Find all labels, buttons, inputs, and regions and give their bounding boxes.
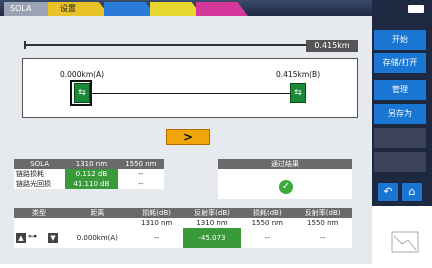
event-distance: 0.000km(A): [64, 228, 131, 248]
prev-event-up-icon[interactable]: ▲: [16, 233, 26, 243]
connector-a-icon[interactable]: ⇆: [74, 83, 90, 103]
connector-event-icon: ⊶: [28, 232, 37, 242]
point-b-distance: 0.415km(B): [276, 70, 321, 79]
back-arrow-icon: ↶: [383, 185, 393, 198]
next-event-button[interactable]: >: [166, 129, 210, 145]
event-header-distance: 距离: [64, 208, 131, 218]
empty-menu-slot: [374, 152, 426, 172]
event-header-refl-1550: 反射率(dB): [293, 208, 352, 218]
save-as-button[interactable]: 另存为: [374, 104, 426, 124]
event-header-loss-1310: 损耗(dB): [130, 208, 183, 218]
trace-thumbnail-icon: [391, 231, 419, 253]
tab-sola[interactable]: SOLA: [4, 2, 48, 16]
connector-b-icon[interactable]: ⇆: [290, 83, 306, 103]
summary-header-sola: SOLA: [14, 159, 66, 169]
link-loss-label: 链路损耗: [14, 169, 66, 179]
event-subheader: [64, 218, 131, 228]
next-event-down-icon[interactable]: ▼: [48, 233, 58, 243]
event-subheader-1550: 1550 nm: [293, 218, 352, 228]
result-header: 通过结果: [218, 159, 352, 169]
link-loss-1550: --: [117, 169, 164, 179]
link-loss-1310: 0.112 dB: [65, 169, 118, 179]
summary-header-1550: 1550 nm: [117, 159, 164, 169]
distance-ruler: [24, 44, 306, 46]
start-button[interactable]: 开始: [374, 30, 426, 50]
event-subheader-1310: 1310 nm: [182, 218, 242, 228]
summary-table: SOLA 1310 nm 1550 nm 链路损耗 0.112 dB -- 链路…: [14, 159, 164, 189]
link-orl-label: 链路光回损: [14, 179, 66, 189]
trace-thumbnail-area: [372, 206, 432, 264]
home-icon: ⌂: [408, 185, 416, 198]
empty-menu-slot: [374, 128, 426, 148]
event-subheader: [14, 218, 64, 228]
event-header-type: 类型: [14, 208, 64, 218]
event-table: 类型 距离 损耗(dB) 反射率(dB) 损耗(dB) 反射率(dB) 1310…: [14, 208, 352, 248]
check-circle-icon: ✓: [279, 180, 293, 194]
event-refl-1310: -45.073: [182, 228, 242, 248]
chevron-right-icon: >: [182, 130, 194, 144]
manage-button[interactable]: 管理: [374, 80, 426, 100]
event-subheader-1310: 1310 nm: [130, 218, 183, 228]
event-refl-1550: --: [293, 228, 352, 248]
event-type-cell: ▲ ⊶ ▼: [14, 228, 64, 248]
home-button[interactable]: ⌂: [402, 183, 422, 201]
event-header-loss-1550: 损耗(dB): [241, 208, 294, 218]
event-header-refl-1310: 反射率(dB): [182, 208, 242, 218]
link-line: [92, 93, 290, 94]
summary-header-1310: 1310 nm: [65, 159, 118, 169]
save-open-button[interactable]: 存储/打开: [374, 53, 426, 73]
back-button[interactable]: ↶: [378, 183, 398, 201]
point-a-distance: 0.000km(A): [60, 70, 105, 79]
battery-icon: [408, 5, 424, 13]
link-orl-1310: 41.110 dB: [65, 179, 118, 189]
link-orl-1550: --: [117, 179, 164, 189]
event-subheader-1550: 1550 nm: [241, 218, 294, 228]
event-loss-1310: --: [130, 228, 183, 248]
total-distance-label: 0.415km: [306, 40, 358, 52]
event-loss-1550: --: [241, 228, 294, 248]
